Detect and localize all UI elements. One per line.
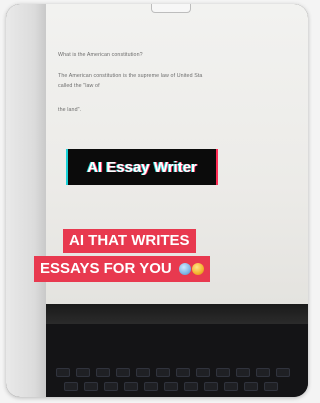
laptop-keyboard (46, 324, 308, 397)
document-answer-line-2: called the "law of (58, 83, 100, 89)
key (84, 382, 98, 391)
robot-emoji-icon (178, 263, 191, 276)
caption-line-2-text: ESSAYS FOR YOU (40, 260, 172, 277)
key (64, 382, 78, 391)
key (124, 382, 138, 391)
key (116, 368, 130, 377)
key (184, 382, 198, 391)
key (156, 368, 170, 377)
key (276, 368, 290, 377)
key (196, 368, 210, 377)
key (56, 368, 70, 377)
key (244, 382, 258, 391)
key (224, 382, 238, 391)
key (236, 368, 250, 377)
key (164, 382, 178, 391)
document-answer-line-1: The American constitution is the supreme… (58, 73, 203, 79)
ai-essay-writer-text: AI Essay Writer (87, 158, 197, 176)
caption-line-1: AI THAT WRITES (63, 229, 196, 253)
ai-essay-writer-label: AI Essay Writer (68, 149, 216, 185)
key (264, 382, 278, 391)
key (216, 368, 230, 377)
browser-tab (151, 4, 191, 13)
star-struck-emoji-icon (191, 263, 204, 276)
video-thumbnail-card[interactable]: What is the American constitution? The A… (6, 4, 308, 397)
caption-line-2: ESSAYS FOR YOU (34, 256, 210, 282)
emoji-group (178, 263, 204, 276)
key (204, 382, 218, 391)
key (144, 382, 158, 391)
document-question: What is the American constitution? (58, 52, 143, 58)
key (104, 382, 118, 391)
document-prompt-line: the land". (58, 107, 82, 113)
laptop-bezel (46, 304, 308, 324)
key (96, 368, 110, 377)
card-left-margin (6, 4, 46, 397)
key (76, 368, 90, 377)
key (256, 368, 270, 377)
key (136, 368, 150, 377)
key (176, 368, 190, 377)
